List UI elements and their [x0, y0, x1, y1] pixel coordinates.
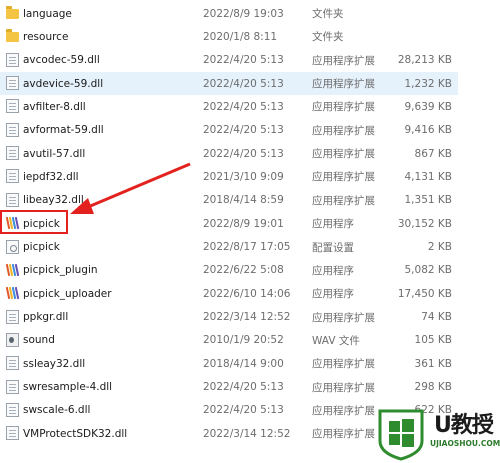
watermark-title: U教授: [434, 413, 494, 438]
annotation-arrow-icon: [70, 162, 191, 214]
windows-logo-icon: [378, 409, 424, 461]
watermark: U教授 UJIAOSHOU.COM: [372, 403, 500, 461]
watermark-url: UJIAOSHOU.COM: [430, 439, 500, 448]
